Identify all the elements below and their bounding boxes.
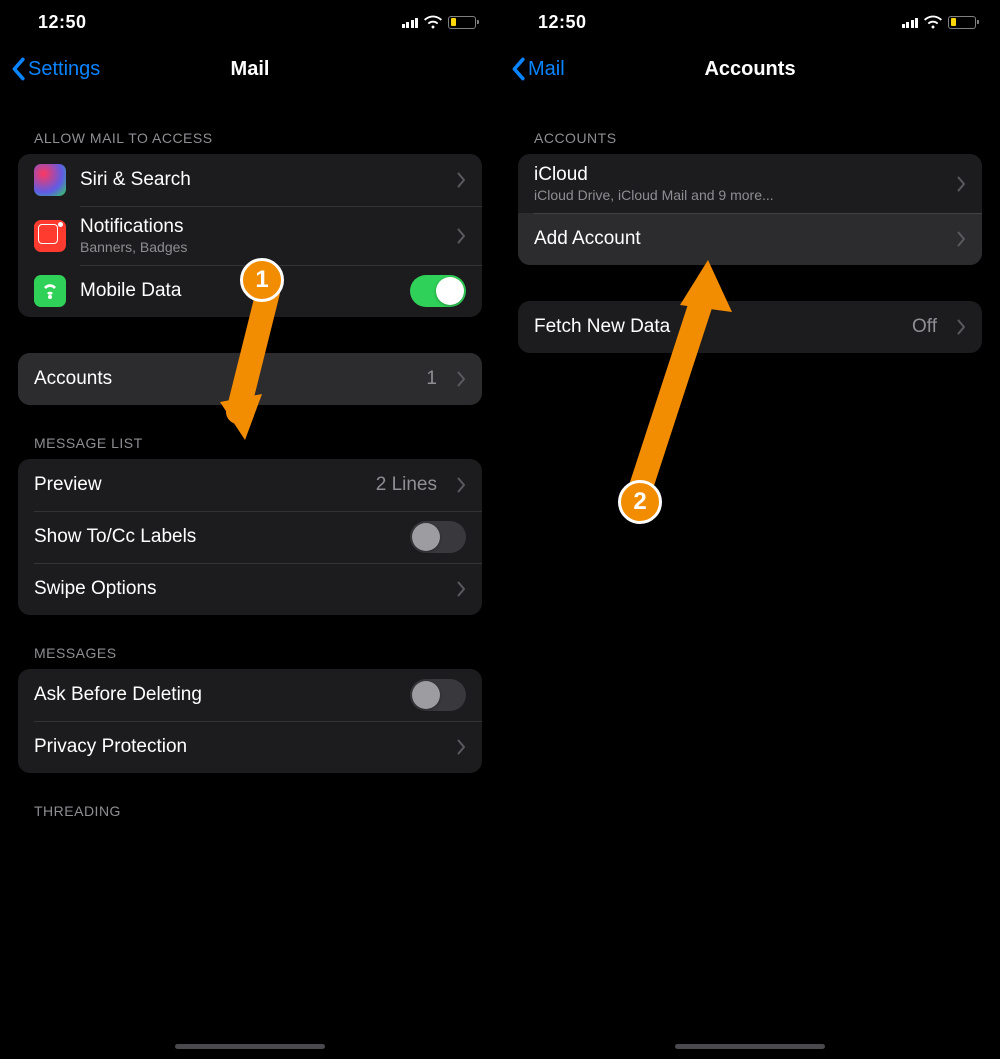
row-swipe-options[interactable]: Swipe Options xyxy=(18,563,482,615)
row-label: Notifications xyxy=(80,216,437,238)
chevron-right-icon xyxy=(457,739,466,755)
chevron-right-icon xyxy=(457,228,466,244)
row-label: Mobile Data xyxy=(80,280,396,302)
chevron-right-icon xyxy=(457,172,466,188)
group-message-list: Preview 2 Lines Show To/Cc Labels Swipe … xyxy=(18,459,482,615)
screenshot-accounts: 12:50 Mail Accounts ACCOUNTS iCloud iClo… xyxy=(500,0,1000,1059)
status-bar: 12:50 xyxy=(500,0,1000,44)
cellular-signal-icon xyxy=(402,16,419,28)
section-header-allow-access: ALLOW MAIL TO ACCESS xyxy=(34,130,482,146)
back-button-settings[interactable]: Settings xyxy=(10,57,100,81)
annotation-badge-2: 2 xyxy=(618,480,662,524)
chevron-left-icon xyxy=(10,57,26,81)
battery-low-icon xyxy=(948,16,976,29)
row-label: Privacy Protection xyxy=(34,736,437,758)
row-siri-search[interactable]: Siri & Search xyxy=(18,154,482,206)
status-indicators xyxy=(902,15,977,29)
accounts-count: 1 xyxy=(426,368,437,390)
section-header-message-list: MESSAGE LIST xyxy=(34,435,482,451)
row-notifications[interactable]: Notifications Banners, Badges xyxy=(18,206,482,265)
row-add-account[interactable]: Add Account xyxy=(518,213,982,265)
row-subtitle: Banners, Badges xyxy=(80,239,437,255)
navigation-bar: Mail Accounts xyxy=(500,44,1000,94)
home-indicator[interactable] xyxy=(675,1044,825,1049)
chevron-left-icon xyxy=(510,57,526,81)
row-label: iCloud xyxy=(534,164,937,186)
chevron-right-icon xyxy=(957,319,966,335)
status-time: 12:50 xyxy=(538,12,587,33)
content-scroll[interactable]: ACCOUNTS iCloud iCloud Drive, iCloud Mai… xyxy=(500,130,1000,353)
group-messages: Ask Before Deleting Privacy Protection xyxy=(18,669,482,773)
row-fetch-new-data[interactable]: Fetch New Data Off xyxy=(518,301,982,353)
page-title: Accounts xyxy=(704,58,795,81)
chevron-right-icon xyxy=(957,176,966,192)
group-accounts-list: iCloud iCloud Drive, iCloud Mail and 9 m… xyxy=(518,154,982,265)
row-accounts[interactable]: Accounts 1 xyxy=(18,353,482,405)
wifi-icon xyxy=(424,15,442,29)
back-button-mail[interactable]: Mail xyxy=(510,57,565,81)
navigation-bar: Settings Mail xyxy=(0,44,500,94)
status-time: 12:50 xyxy=(38,12,87,33)
fetch-value: Off xyxy=(912,316,937,338)
preview-value: 2 Lines xyxy=(376,474,437,496)
row-label: Add Account xyxy=(534,228,937,250)
content-scroll[interactable]: ALLOW MAIL TO ACCESS Siri & Search Notif… xyxy=(0,130,500,819)
wifi-icon xyxy=(924,15,942,29)
screenshot-mail-settings: 12:50 Settings Mail ALLOW MAIL TO ACCESS… xyxy=(0,0,500,1059)
row-label: Show To/Cc Labels xyxy=(34,526,396,548)
ask-delete-toggle[interactable] xyxy=(410,679,466,711)
row-preview[interactable]: Preview 2 Lines xyxy=(18,459,482,511)
chevron-right-icon xyxy=(957,231,966,247)
chevron-right-icon xyxy=(457,477,466,493)
row-label: Accounts xyxy=(34,368,412,390)
notifications-icon xyxy=(34,220,66,252)
group-accounts: Accounts 1 xyxy=(18,353,482,405)
status-bar: 12:50 xyxy=(0,0,500,44)
back-label: Settings xyxy=(28,58,100,81)
tocc-toggle[interactable] xyxy=(410,521,466,553)
row-mobile-data[interactable]: Mobile Data xyxy=(18,265,482,317)
section-header-messages: MESSAGES xyxy=(34,645,482,661)
group-allow-access: Siri & Search Notifications Banners, Bad… xyxy=(18,154,482,317)
mobile-data-toggle[interactable] xyxy=(410,275,466,307)
row-privacy-protection[interactable]: Privacy Protection xyxy=(18,721,482,773)
row-label: Ask Before Deleting xyxy=(34,684,396,706)
chevron-right-icon xyxy=(457,371,466,387)
back-label: Mail xyxy=(528,58,565,81)
section-header-threading: THREADING xyxy=(34,803,482,819)
row-ask-before-deleting[interactable]: Ask Before Deleting xyxy=(18,669,482,721)
row-show-tocc[interactable]: Show To/Cc Labels xyxy=(18,511,482,563)
row-label: Preview xyxy=(34,474,362,496)
row-subtitle: iCloud Drive, iCloud Mail and 9 more... xyxy=(534,187,937,203)
section-header-accounts: ACCOUNTS xyxy=(534,130,982,146)
group-fetch: Fetch New Data Off xyxy=(518,301,982,353)
status-indicators xyxy=(402,15,477,29)
page-title: Mail xyxy=(231,58,270,81)
battery-low-icon xyxy=(448,16,476,29)
mobile-data-icon xyxy=(34,275,66,307)
home-indicator[interactable] xyxy=(175,1044,325,1049)
row-label: Swipe Options xyxy=(34,578,437,600)
cellular-signal-icon xyxy=(902,16,919,28)
chevron-right-icon xyxy=(457,581,466,597)
row-icloud-account[interactable]: iCloud iCloud Drive, iCloud Mail and 9 m… xyxy=(518,154,982,213)
row-label: Siri & Search xyxy=(80,169,437,191)
siri-icon xyxy=(34,164,66,196)
row-label: Fetch New Data xyxy=(534,316,898,338)
